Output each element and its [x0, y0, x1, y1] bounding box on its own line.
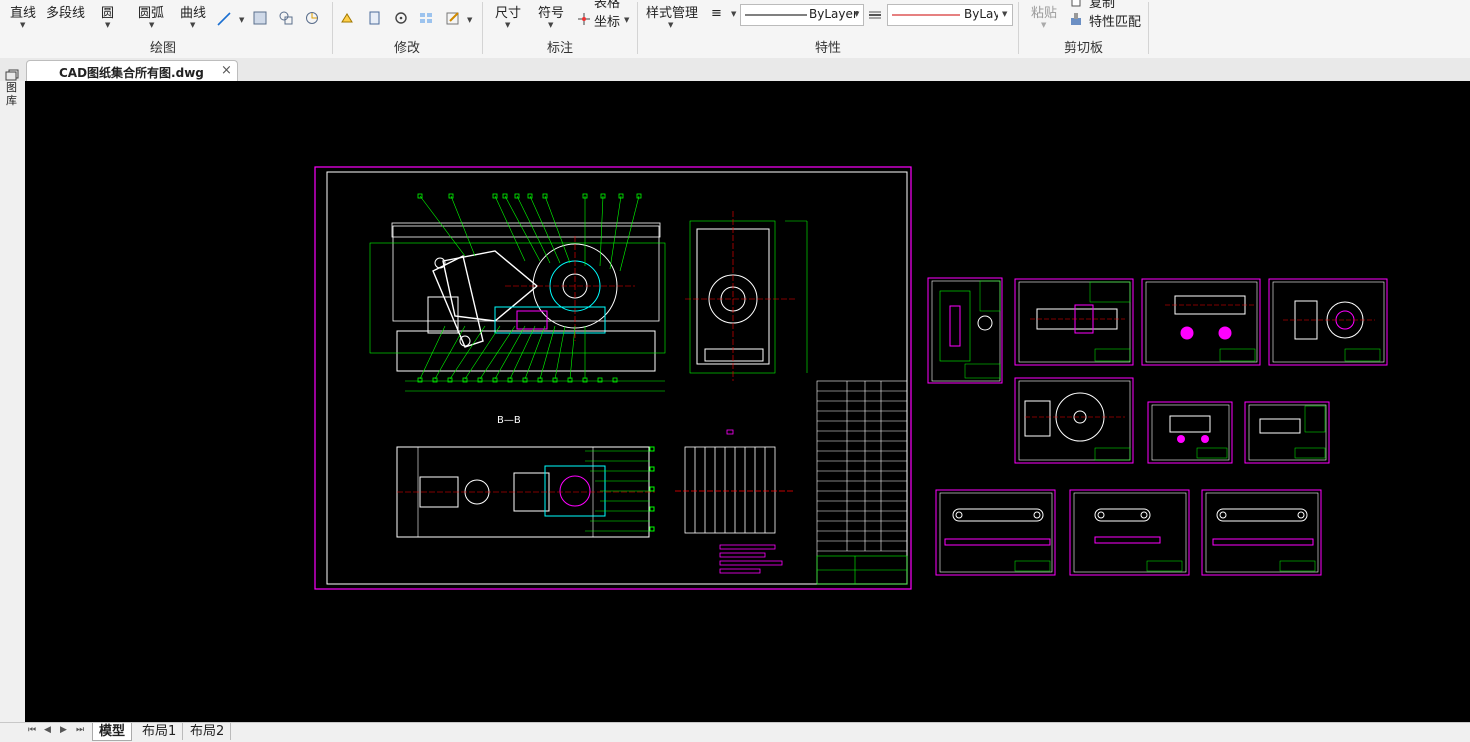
coordinate-icon[interactable]: [577, 12, 591, 26]
arc-dropdown-icon[interactable]: ▼: [149, 21, 154, 29]
title-block: [816, 380, 908, 585]
coordinate-button[interactable]: 坐标: [594, 11, 620, 30]
properties-group-label: 特性: [815, 41, 842, 56]
linetype-select[interactable]: ByLayer ▼: [740, 4, 864, 26]
chain-detail: [675, 429, 795, 534]
line-dropdown-icon[interactable]: ▼: [20, 21, 25, 29]
sheet-small-7[interactable]: [1244, 401, 1330, 464]
table-button[interactable]: 表格: [594, 0, 620, 11]
previous-layout-icon[interactable]: ◀: [44, 725, 51, 735]
curve-button[interactable]: 曲线: [180, 2, 206, 21]
balloon-leaders: [419, 195, 640, 380]
symbol-dropdown-icon[interactable]: ▼: [548, 21, 553, 29]
next-layout-icon[interactable]: ▶: [60, 725, 67, 735]
sheet-link-1[interactable]: [935, 489, 1056, 576]
dimension-dropdown-icon[interactable]: ▼: [505, 21, 510, 29]
sheet-link-2[interactable]: [1069, 489, 1190, 576]
boundary-icon[interactable]: [305, 11, 319, 25]
separator: [1148, 2, 1149, 54]
circle-button[interactable]: 圆: [101, 2, 114, 21]
array-icon[interactable]: [419, 11, 433, 25]
ribbon: 直线 ▼ 多段线 圆 ▼ 圆弧 ▼ 曲线 ▼ ▼ 绘图 ▼ 修改 尺寸 ▼ 符号…: [0, 0, 1470, 59]
section-label: B—B: [497, 415, 521, 426]
file-tab-label: CAD图纸集合所有图.dwg: [59, 66, 204, 80]
lineweight-list-icon[interactable]: ≡: [711, 6, 722, 21]
side-panel-label[interactable]: 图库: [6, 81, 19, 107]
dimension-button[interactable]: 尺寸: [495, 2, 521, 21]
copy-object-icon[interactable]: [368, 11, 382, 25]
separator: [1018, 2, 1019, 54]
sheet-small-4[interactable]: [1268, 278, 1388, 366]
layout-tab-bar: ⏮ ◀ ▶ ⏭ 模型 布局1 布局2: [0, 722, 1470, 742]
arc-button[interactable]: 圆弧: [138, 2, 164, 21]
copy-button[interactable]: 复制: [1089, 0, 1115, 11]
line-button[interactable]: 直线: [10, 2, 36, 21]
sheet-small-5[interactable]: [1014, 377, 1134, 464]
region-icon[interactable]: [279, 11, 293, 25]
lineweight-sample-icon: [892, 14, 960, 16]
linetype-sample-icon: [745, 14, 807, 16]
first-layout-icon[interactable]: ⏮: [28, 725, 36, 735]
front-view: [369, 222, 666, 392]
move-icon[interactable]: [340, 11, 354, 25]
draw-group-label: 绘图: [150, 41, 177, 56]
rotate-icon[interactable]: [394, 11, 408, 25]
tab-layout2[interactable]: 布局2: [184, 723, 232, 740]
modify-dropdown-icon[interactable]: ▼: [467, 16, 472, 24]
tab-layout1[interactable]: 布局1: [136, 723, 184, 740]
separator: [637, 2, 638, 54]
construction-line-icon[interactable]: [217, 12, 231, 26]
coordinate-dropdown-icon[interactable]: ▼: [624, 16, 629, 24]
paste-dropdown-icon[interactable]: ▼: [1041, 21, 1046, 29]
last-layout-icon[interactable]: ⏭: [76, 725, 84, 735]
side-view: [685, 211, 808, 381]
sheet-small-2[interactable]: [1014, 278, 1134, 366]
side-panel: 图库: [0, 69, 26, 722]
curve-dropdown-icon[interactable]: ▼: [190, 21, 195, 29]
annotate-group-label: 标注: [547, 41, 574, 56]
sheet-small-6[interactable]: [1147, 401, 1233, 464]
clipboard-group-label: 剪切板: [1064, 41, 1104, 56]
lineweight-dropdown-icon[interactable]: ▼: [731, 10, 736, 18]
match-properties-icon[interactable]: [1070, 12, 1084, 26]
sheet-small-3[interactable]: [1141, 278, 1261, 366]
separator: [332, 2, 333, 54]
top-view: [396, 446, 655, 538]
linescale-icon[interactable]: [868, 8, 882, 22]
polyline-button[interactable]: 多段线: [46, 2, 85, 21]
match-properties-button[interactable]: 特性匹配: [1089, 11, 1141, 30]
balloon-markers: [417, 193, 642, 383]
construction-dropdown-icon[interactable]: ▼: [239, 16, 244, 24]
drawing-svg[interactable]: B—B: [25, 81, 1470, 722]
style-manager-button[interactable]: 样式管理: [646, 2, 698, 21]
separator: [482, 2, 483, 54]
paste-button[interactable]: 粘贴: [1031, 2, 1057, 21]
lineweight-select[interactable]: ByLayer ▼: [887, 4, 1013, 26]
chevron-down-icon: ▼: [854, 10, 860, 18]
tab-model[interactable]: 模型: [92, 723, 133, 741]
drawing-canvas[interactable]: B—B: [25, 81, 1470, 722]
style-manager-dropdown-icon[interactable]: ▼: [668, 21, 673, 29]
file-tab[interactable]: CAD图纸集合所有图.dwg ×: [26, 60, 238, 82]
lineweight-value: ByLayer: [964, 7, 998, 21]
edit-icon[interactable]: [446, 11, 460, 25]
modify-group-label: 修改: [394, 41, 421, 56]
hatch-icon[interactable]: [253, 11, 267, 25]
library-icon[interactable]: [5, 69, 19, 81]
main-sheet[interactable]: B—B: [314, 166, 912, 590]
technical-notes: [719, 544, 783, 574]
copy-icon[interactable]: [1070, 0, 1084, 8]
symbol-button[interactable]: 符号: [538, 2, 564, 21]
close-icon[interactable]: ×: [221, 63, 232, 78]
chevron-down-icon: ▼: [1002, 10, 1008, 18]
sheet-small-1[interactable]: [927, 277, 1003, 384]
sheet-link-3[interactable]: [1201, 489, 1322, 576]
circle-dropdown-icon[interactable]: ▼: [105, 21, 110, 29]
linetype-value: ByLayer: [809, 7, 858, 21]
